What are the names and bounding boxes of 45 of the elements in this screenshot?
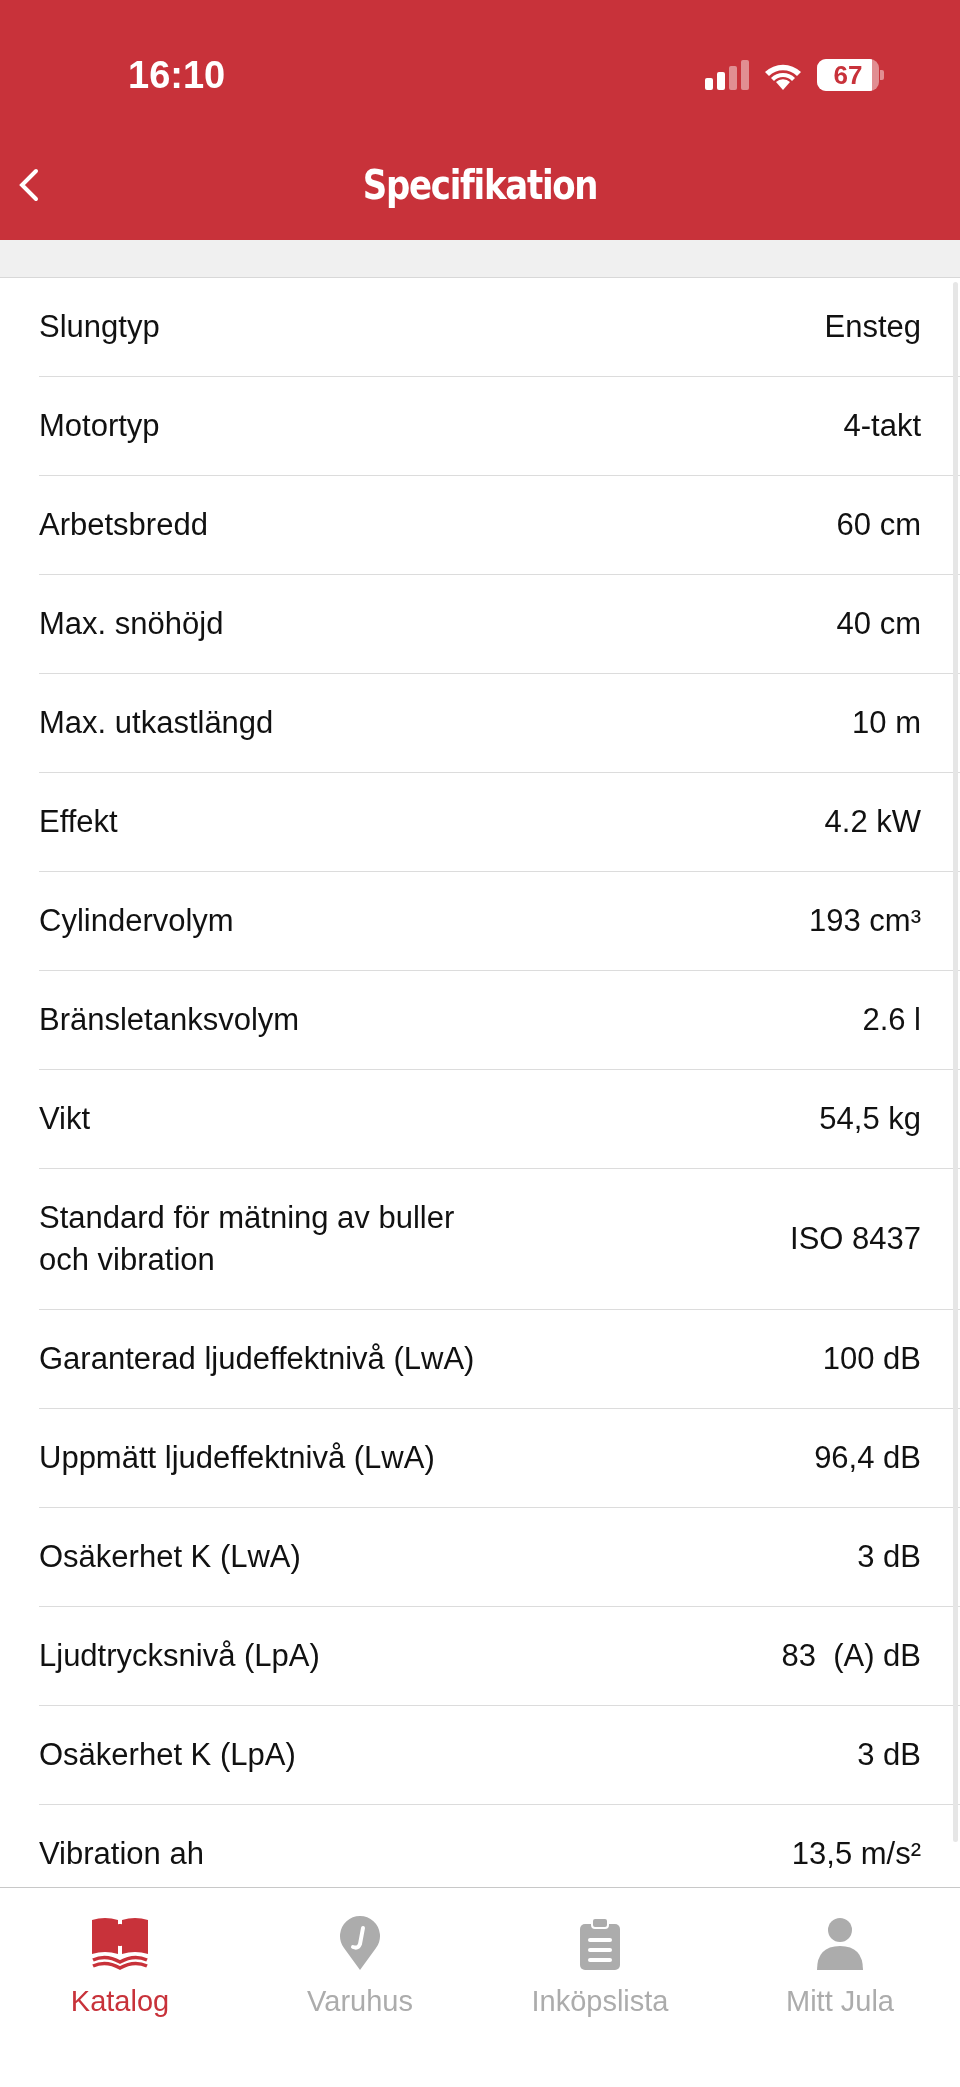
spec-label: Vikt [39, 1100, 91, 1138]
spec-value: 60 cm [836, 506, 921, 544]
signal-icon [705, 60, 749, 90]
spec-value: 4.2 kW [824, 803, 921, 841]
tab-bar-item[interactable]: Varuhus [240, 1914, 480, 2038]
spec-label: Garanterad ljudeffektnivå (LwA) [39, 1340, 475, 1378]
spec-label: Max. utkastlängd [39, 704, 274, 742]
spec-label: Effekt [39, 803, 118, 841]
book-icon [90, 1916, 150, 1970]
spec-value: Ensteg [824, 308, 921, 346]
tab-bar-item[interactable]: Inköpslista [480, 1914, 720, 2038]
spec-label: Slungtyp [39, 308, 160, 346]
spec-value: 96,4 dB [814, 1439, 921, 1477]
spec-value: 100 dB [822, 1340, 921, 1378]
spec-value: ISO 8437 [790, 1220, 921, 1258]
spec-label: Cylindervolym [39, 902, 234, 940]
spec-label: Standard för mätning av buller och vibration [39, 1199, 456, 1279]
spec-label: Bränsletanksvolym [39, 1001, 300, 1039]
tab-bar-item[interactable]: Mitt Jula [720, 1914, 960, 2038]
spec-label: Max. snöhöjd [39, 605, 224, 643]
spec-label: Ljudtrycksnivå (LpA) [39, 1637, 320, 1675]
spec-value: 83 (A) dB [781, 1637, 921, 1675]
spec-label: Arbetsbredd [39, 506, 208, 544]
status-time: 16:10 [128, 52, 226, 98]
spec-value: 40 cm [836, 605, 921, 643]
spec-value: 4-takt [843, 407, 921, 445]
spec-value: 3 dB [857, 1736, 921, 1774]
spec-value: 3 dB [857, 1538, 921, 1576]
clipboard-icon [580, 1918, 620, 1970]
back-icon[interactable] [18, 168, 40, 202]
spec-value: 193 cm³ [809, 902, 921, 940]
tab-bar-item[interactable]: Katalog [0, 1914, 240, 2038]
spec-label: Motortyp [39, 407, 160, 445]
spec-label: Osäkerhet K (LwA) [39, 1538, 301, 1576]
page-title: Specifikation [362, 161, 598, 210]
spec-value: 2.6 l [862, 1001, 921, 1039]
spec-label: Vibration ah [39, 1835, 204, 1873]
map-pin-icon [339, 1916, 381, 1970]
person-icon [817, 1918, 863, 1970]
spec-label: Uppmätt ljudeffektnivå (LwA) [39, 1439, 435, 1477]
spec-label: Osäkerhet K (LpA) [39, 1736, 296, 1774]
spec-value: 54,5 kg [819, 1100, 921, 1138]
battery-level: 67 [833, 62, 863, 88]
spec-value: 10 m [852, 704, 921, 742]
spec-value: 13,5 m/s² [791, 1835, 921, 1873]
